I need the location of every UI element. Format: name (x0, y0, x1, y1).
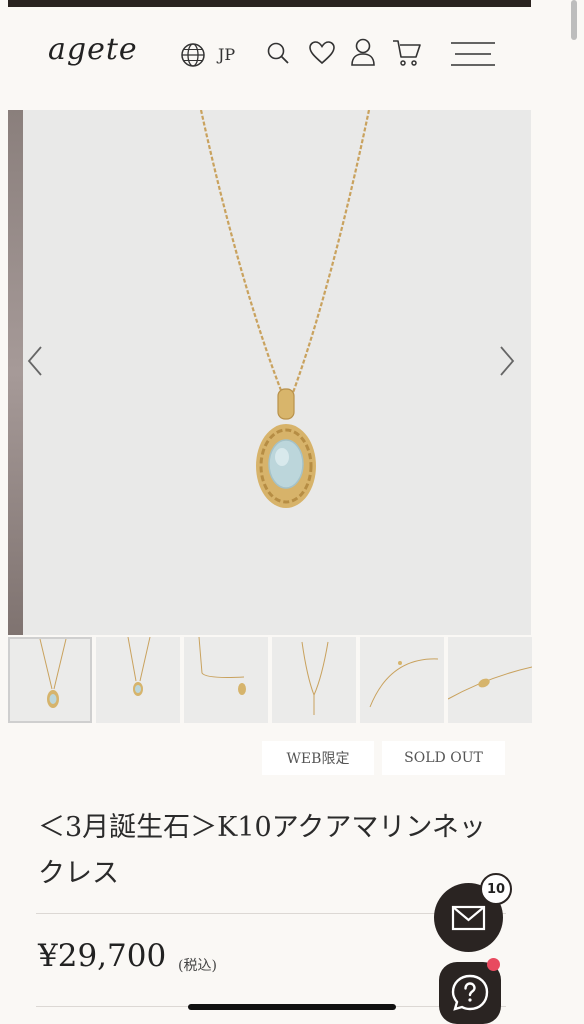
cart-icon[interactable] (392, 38, 422, 68)
next-arrow-icon[interactable] (498, 345, 516, 377)
help-button[interactable] (439, 962, 501, 1024)
thumbnail-strip (8, 637, 532, 723)
region-label[interactable]: JP (218, 45, 235, 64)
thumbnail[interactable] (272, 637, 356, 723)
thumbnail[interactable] (448, 637, 532, 723)
thumbnail[interactable] (360, 637, 444, 723)
previous-arrow-icon[interactable] (26, 345, 44, 377)
globe-icon[interactable] (180, 42, 206, 68)
brand-logo[interactable]: agete (48, 32, 138, 67)
thumbnail[interactable] (96, 637, 180, 723)
tax-note: (税込) (178, 958, 217, 974)
help-chat-icon (451, 974, 489, 1011)
thumbnail[interactable] (184, 637, 268, 723)
top-bar (8, 0, 531, 7)
notification-dot (487, 958, 500, 971)
thumbnail[interactable] (8, 637, 92, 723)
scrollbar[interactable] (571, 0, 577, 40)
web-only-badge: WEB限定 (262, 741, 374, 775)
product-image-main[interactable] (8, 110, 531, 635)
sold-out-badge: SOLD OUT (382, 741, 505, 775)
home-indicator[interactable] (188, 1004, 396, 1010)
account-icon[interactable] (350, 37, 376, 67)
heart-icon[interactable] (308, 40, 336, 66)
menu-icon[interactable] (451, 41, 495, 67)
search-icon[interactable] (265, 40, 291, 66)
product-price: ¥29,700 (38, 938, 167, 974)
site-header: agete JP (8, 7, 531, 110)
necklace-image (199, 110, 371, 508)
message-count-badge: 10 (480, 873, 512, 905)
